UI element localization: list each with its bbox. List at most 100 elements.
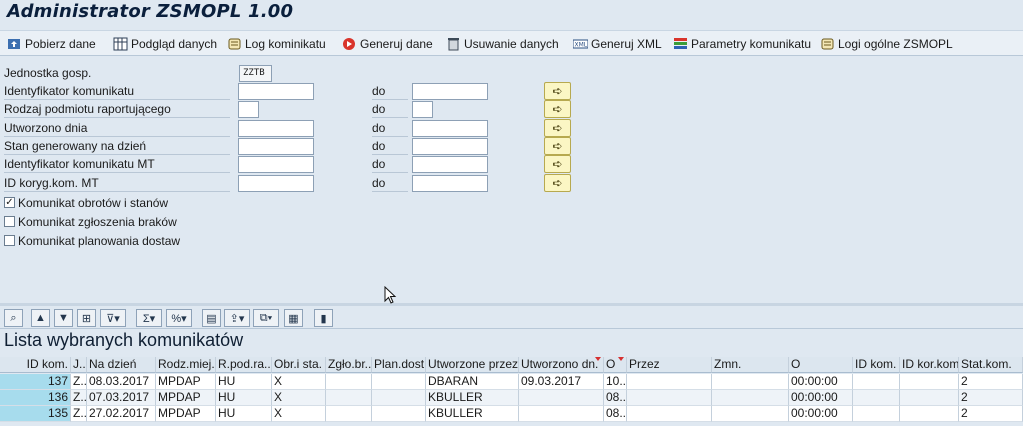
grid-view-icon[interactable]: ▦ xyxy=(284,309,303,327)
cell-entity-type[interactable]: HU xyxy=(216,390,272,406)
cell-date[interactable]: 08.03.2017 xyxy=(87,374,156,390)
cell-date[interactable]: 27.02.2017 xyxy=(87,406,156,422)
table-row[interactable]: 135 Z... 27.02.2017 MPDAP HU X KBULLER 0… xyxy=(0,406,1023,422)
delivery-planning-checkbox-row[interactable]: Komunikat planowania dostaw xyxy=(4,232,180,249)
cell-mt-id[interactable] xyxy=(853,390,900,406)
column-header[interactable]: Utworzono dn. xyxy=(519,357,604,373)
message-id-to-field[interactable] xyxy=(412,83,488,100)
fetch-data-button[interactable]: Pobierz dane xyxy=(7,34,96,54)
subtotal-icon[interactable]: %▾ xyxy=(166,309,192,327)
cell-created-time[interactable]: 10... xyxy=(604,374,627,390)
created-on-multiple-selection-button[interactable]: ➪ xyxy=(544,119,571,137)
cell-changed-time[interactable]: 00:00:00 xyxy=(789,374,853,390)
entity-type-from-field[interactable] xyxy=(238,101,259,118)
cell-date[interactable]: 07.03.2017 xyxy=(87,390,156,406)
cell-mt-id[interactable] xyxy=(853,406,900,422)
message-log-button[interactable]: Log kominikatu xyxy=(227,34,326,54)
company-code-field[interactable]: ZZTB xyxy=(239,65,272,82)
correction-id-mt-from-field[interactable] xyxy=(238,175,314,192)
shortage-report-checkbox[interactable] xyxy=(4,216,15,227)
cell-shortage-flag[interactable] xyxy=(326,374,372,390)
splitter-bar[interactable] xyxy=(0,303,1023,306)
created-on-from-field[interactable] xyxy=(238,120,314,137)
cell-location-type[interactable]: MPDAP xyxy=(156,406,216,422)
export-icon[interactable]: ⇪▾ xyxy=(224,309,250,327)
sort-ascending-icon[interactable]: ▲ xyxy=(31,309,50,327)
cell-correction-id[interactable] xyxy=(900,406,959,422)
column-header[interactable]: ID kor.kom xyxy=(900,357,959,373)
column-header[interactable]: Utworzone przez xyxy=(426,357,519,373)
column-header[interactable]: Na dzień xyxy=(87,357,156,373)
message-id-mt-multiple-selection-button[interactable]: ➪ xyxy=(544,155,571,173)
column-header[interactable]: O xyxy=(789,357,853,373)
cell-message-id[interactable]: 136 xyxy=(0,390,71,406)
cell-shortage-flag[interactable] xyxy=(326,390,372,406)
cell-changed-on[interactable] xyxy=(712,406,789,422)
cell-entity-type[interactable]: HU xyxy=(216,406,272,422)
cell-changed-time[interactable]: 00:00:00 xyxy=(789,406,853,422)
find-icon[interactable]: ⊞ xyxy=(77,309,96,327)
cell-turnover-flag[interactable]: X xyxy=(272,374,326,390)
cell-changed-by[interactable] xyxy=(627,390,712,406)
column-header[interactable]: Zgło.br... xyxy=(326,357,372,373)
general-logs-button[interactable]: Logi ogólne ZSMOPL xyxy=(820,34,953,54)
column-header[interactable]: ID kom. xyxy=(853,357,900,373)
shortage-report-checkbox-row[interactable]: Komunikat zgłoszenia braków xyxy=(4,213,177,230)
cell-correction-id[interactable] xyxy=(900,374,959,390)
cell-created-on[interactable] xyxy=(519,406,604,422)
column-header[interactable]: Przez xyxy=(627,357,712,373)
graphic-icon[interactable]: ▮ xyxy=(314,309,333,327)
cell-changed-on[interactable] xyxy=(712,374,789,390)
print-preview-icon[interactable]: ▤ xyxy=(202,309,221,327)
message-id-from-field[interactable] xyxy=(238,83,314,100)
cell-created-time[interactable]: 08... xyxy=(604,406,627,422)
table-row[interactable]: 136 Z... 07.03.2017 MPDAP HU X KBULLER 0… xyxy=(0,390,1023,406)
cell-created-by[interactable]: KBULLER xyxy=(426,406,519,422)
column-header[interactable]: O xyxy=(604,357,627,373)
cell-planning-flag[interactable] xyxy=(372,374,426,390)
column-header[interactable]: J.. xyxy=(71,357,87,373)
cell-created-by[interactable]: DBARAN xyxy=(426,374,519,390)
cell-message-id[interactable]: 135 xyxy=(0,406,71,422)
cell-turnover-flag[interactable]: X xyxy=(272,406,326,422)
message-id-mt-to-field[interactable] xyxy=(412,156,488,173)
cell-planning-flag[interactable] xyxy=(372,390,426,406)
message-id-mt-from-field[interactable] xyxy=(238,156,314,173)
generate-xml-button[interactable]: XML Generuj XML xyxy=(572,34,662,54)
column-header[interactable]: Rodz.miej. xyxy=(156,357,216,373)
cell-status[interactable]: 2 xyxy=(959,390,1023,406)
column-header[interactable]: R.pod.ra... xyxy=(216,357,272,373)
entity-type-to-field[interactable] xyxy=(412,101,433,118)
turnover-stock-checkbox[interactable]: ✓ xyxy=(4,197,15,208)
delivery-planning-checkbox[interactable] xyxy=(4,235,15,246)
cell-changed-by[interactable] xyxy=(627,374,712,390)
cell-shortage-flag[interactable] xyxy=(326,406,372,422)
total-icon[interactable]: Σ▾ xyxy=(136,309,162,327)
message-id-multiple-selection-button[interactable]: ➪ xyxy=(544,82,571,100)
column-header[interactable]: Obr.i sta. xyxy=(272,357,326,373)
column-header[interactable]: Stat.kom. xyxy=(959,357,1023,373)
data-preview-button[interactable]: Podgląd danych xyxy=(113,34,217,54)
cell-planning-flag[interactable] xyxy=(372,406,426,422)
stock-date-from-field[interactable] xyxy=(238,138,314,155)
stock-date-multiple-selection-button[interactable]: ➪ xyxy=(544,137,571,155)
message-parameters-button[interactable]: Parametry komunikatu xyxy=(673,34,811,54)
cell-company[interactable]: Z... xyxy=(71,390,87,406)
cell-changed-on[interactable] xyxy=(712,390,789,406)
cell-message-id[interactable]: 137 xyxy=(0,374,71,390)
cell-entity-type[interactable]: HU xyxy=(216,374,272,390)
column-header[interactable]: Zmn. xyxy=(712,357,789,373)
table-row[interactable]: 137 Z... 08.03.2017 MPDAP HU X DBARAN 09… xyxy=(0,374,1023,390)
cell-status[interactable]: 2 xyxy=(959,374,1023,390)
cell-created-on[interactable] xyxy=(519,390,604,406)
cell-changed-time[interactable]: 00:00:00 xyxy=(789,390,853,406)
change-layout-icon[interactable]: ⧉▾ xyxy=(253,309,279,327)
turnover-stock-checkbox-row[interactable]: ✓ Komunikat obrotów i stanów xyxy=(4,194,168,211)
details-icon[interactable]: ⌕ xyxy=(4,309,23,327)
cell-changed-by[interactable] xyxy=(627,406,712,422)
cell-location-type[interactable]: MPDAP xyxy=(156,390,216,406)
cell-mt-id[interactable] xyxy=(853,374,900,390)
delete-data-button[interactable]: Usuwanie danych xyxy=(446,34,559,54)
entity-type-multiple-selection-button[interactable]: ➪ xyxy=(544,100,571,118)
correction-id-mt-to-field[interactable] xyxy=(412,175,488,192)
